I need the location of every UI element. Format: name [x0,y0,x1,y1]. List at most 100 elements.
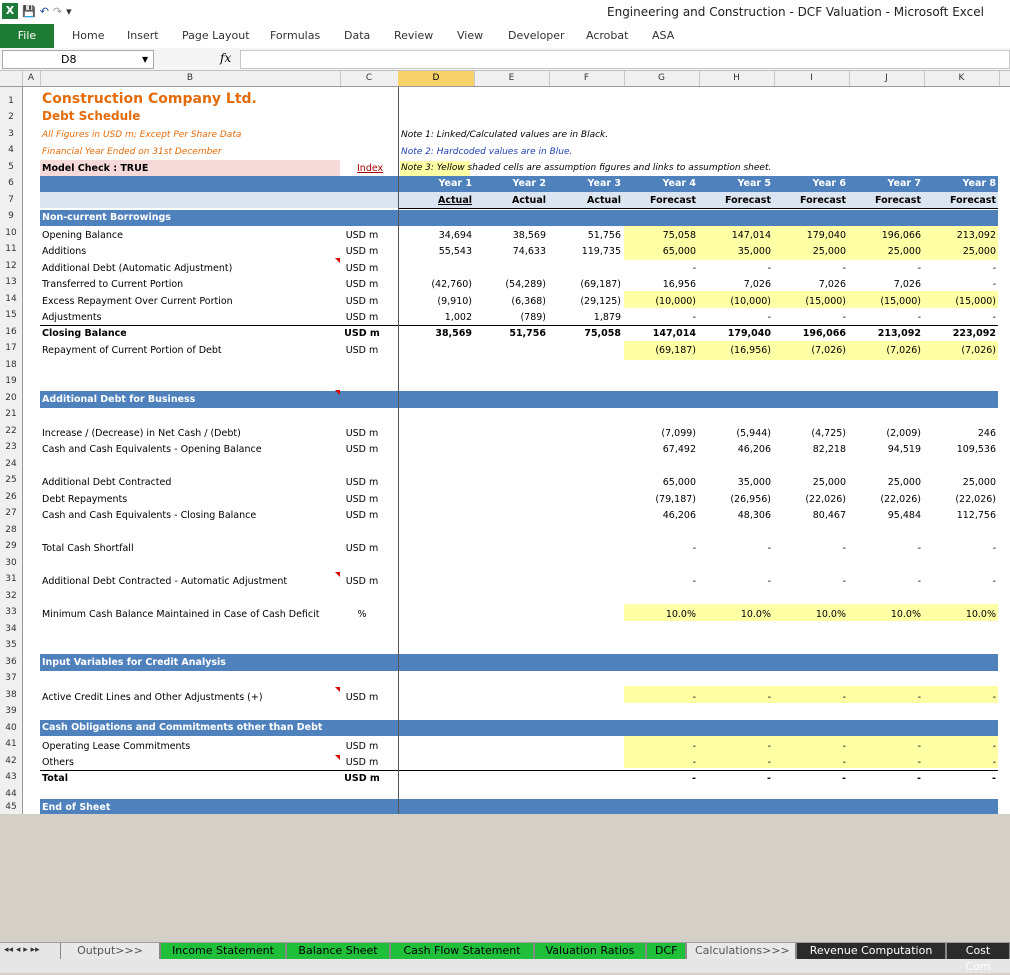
tab-home[interactable]: Home [72,29,104,42]
value-cell[interactable]: (22,026) [851,494,921,505]
formula-input[interactable] [240,50,1010,69]
row-unit[interactable]: USD m [340,345,384,356]
tab-asa[interactable]: ASA [652,29,674,42]
row-header[interactable]: 9 [0,211,22,221]
col-header-g[interactable]: G [624,71,700,86]
value-cell[interactable]: (15,000) [851,296,921,307]
row-header[interactable]: 22 [0,426,22,436]
value-cell[interactable]: 10.0% [851,609,921,620]
value-cell[interactable]: 94,519 [851,444,921,455]
value-cell[interactable]: 16,956 [626,279,696,290]
value-cell[interactable]: (7,099) [626,428,696,439]
undo-icon[interactable]: ↶ [40,5,49,18]
row-header[interactable]: 20 [0,393,22,403]
sheet-tab[interactable]: Revenue Computation [796,943,946,959]
row-header[interactable]: 27 [0,508,22,518]
value-cell[interactable]: (79,187) [626,494,696,505]
row-unit[interactable]: USD m [340,279,384,290]
row-header[interactable]: 28 [0,525,22,535]
value-cell[interactable]: (22,026) [926,494,996,505]
row-unit[interactable]: USD m [340,444,384,455]
row-unit[interactable]: USD m [340,477,384,488]
row-unit[interactable]: USD m [340,757,384,768]
tab-developer[interactable]: Developer [508,29,565,42]
value-cell[interactable]: 7,026 [701,279,771,290]
row-header[interactable]: 7 [0,195,22,205]
value-cell[interactable]: 1,879 [551,312,621,323]
value-cell[interactable]: 10.0% [626,609,696,620]
col-header-a[interactable]: A [22,71,41,86]
row-header[interactable]: 42 [0,756,22,766]
value-cell[interactable]: - [701,741,771,752]
tab-formulas[interactable]: Formulas [270,29,320,42]
value-cell[interactable]: 25,000 [851,477,921,488]
value-cell[interactable]: - [926,773,996,784]
row-unit[interactable]: USD m [340,741,384,752]
value-cell[interactable]: - [926,279,996,290]
value-cell[interactable]: 51,756 [551,230,621,241]
row-header[interactable]: 32 [0,591,22,601]
save-icon[interactable]: 💾 [22,5,36,18]
value-cell[interactable]: - [926,263,996,274]
value-cell[interactable]: 38,569 [402,328,472,339]
value-cell[interactable]: - [851,773,921,784]
row-header[interactable]: 37 [0,673,22,683]
value-cell[interactable]: 25,000 [851,246,921,257]
value-cell[interactable]: 65,000 [626,477,696,488]
index-link[interactable]: Index [357,163,383,174]
value-cell[interactable]: (16,956) [701,345,771,356]
row-header[interactable]: 44 [0,789,22,799]
row-label[interactable]: Operating Lease Commitments [42,741,190,752]
row-header[interactable]: 16 [0,327,22,337]
row-header[interactable]: 39 [0,706,22,716]
tab-view[interactable]: View [457,29,483,42]
value-cell[interactable]: 65,000 [626,246,696,257]
value-cell[interactable]: 75,058 [626,230,696,241]
value-cell[interactable]: 51,756 [476,328,546,339]
value-cell[interactable]: 35,000 [701,477,771,488]
row-label[interactable]: Additions [42,246,86,257]
value-cell[interactable]: 147,014 [626,328,696,339]
value-cell[interactable]: 213,092 [851,328,921,339]
value-cell[interactable]: - [776,543,846,554]
value-cell[interactable]: - [851,576,921,587]
value-cell[interactable]: (10,000) [701,296,771,307]
value-cell[interactable]: - [851,312,921,323]
value-cell[interactable]: 75,058 [551,328,621,339]
value-cell[interactable]: - [701,312,771,323]
sheet-tab[interactable]: Cost Com [946,943,1010,973]
value-cell[interactable]: - [776,741,846,752]
row-header[interactable]: 15 [0,310,22,320]
row-header[interactable]: 5 [0,162,22,172]
value-cell[interactable]: (6,368) [476,296,546,307]
value-cell[interactable]: 147,014 [701,230,771,241]
value-cell[interactable]: (4,725) [776,428,846,439]
row-header[interactable]: 38 [0,690,22,700]
row-header[interactable]: 18 [0,360,22,370]
value-cell[interactable]: - [851,741,921,752]
row-header[interactable]: 40 [0,723,22,733]
value-cell[interactable]: - [626,741,696,752]
value-cell[interactable]: 25,000 [926,246,996,257]
row-header[interactable]: 10 [0,228,22,238]
value-cell[interactable]: (7,026) [851,345,921,356]
row-header[interactable]: 11 [0,244,22,254]
insert-function-icon[interactable]: fx [220,51,231,65]
row-label[interactable]: Additional Debt Contracted [42,477,171,488]
row-label[interactable]: Additional Debt Contracted - Automatic A… [42,576,287,587]
row-header[interactable]: 25 [0,475,22,485]
redo-icon[interactable]: ↷ [53,5,62,18]
value-cell[interactable]: - [776,263,846,274]
value-cell[interactable]: 46,206 [701,444,771,455]
row-label[interactable]: Cash and Cash Equivalents - Opening Bala… [42,444,262,455]
col-header-i[interactable]: I [774,71,850,86]
col-header-j[interactable]: J [849,71,925,86]
value-cell[interactable]: - [626,692,696,703]
value-cell[interactable]: 1,002 [402,312,472,323]
value-cell[interactable]: - [626,312,696,323]
row-header[interactable]: 26 [0,492,22,502]
value-cell[interactable]: - [851,543,921,554]
name-box[interactable]: D8 [2,50,154,69]
col-header-e[interactable]: E [474,71,550,86]
value-cell[interactable]: 7,026 [776,279,846,290]
